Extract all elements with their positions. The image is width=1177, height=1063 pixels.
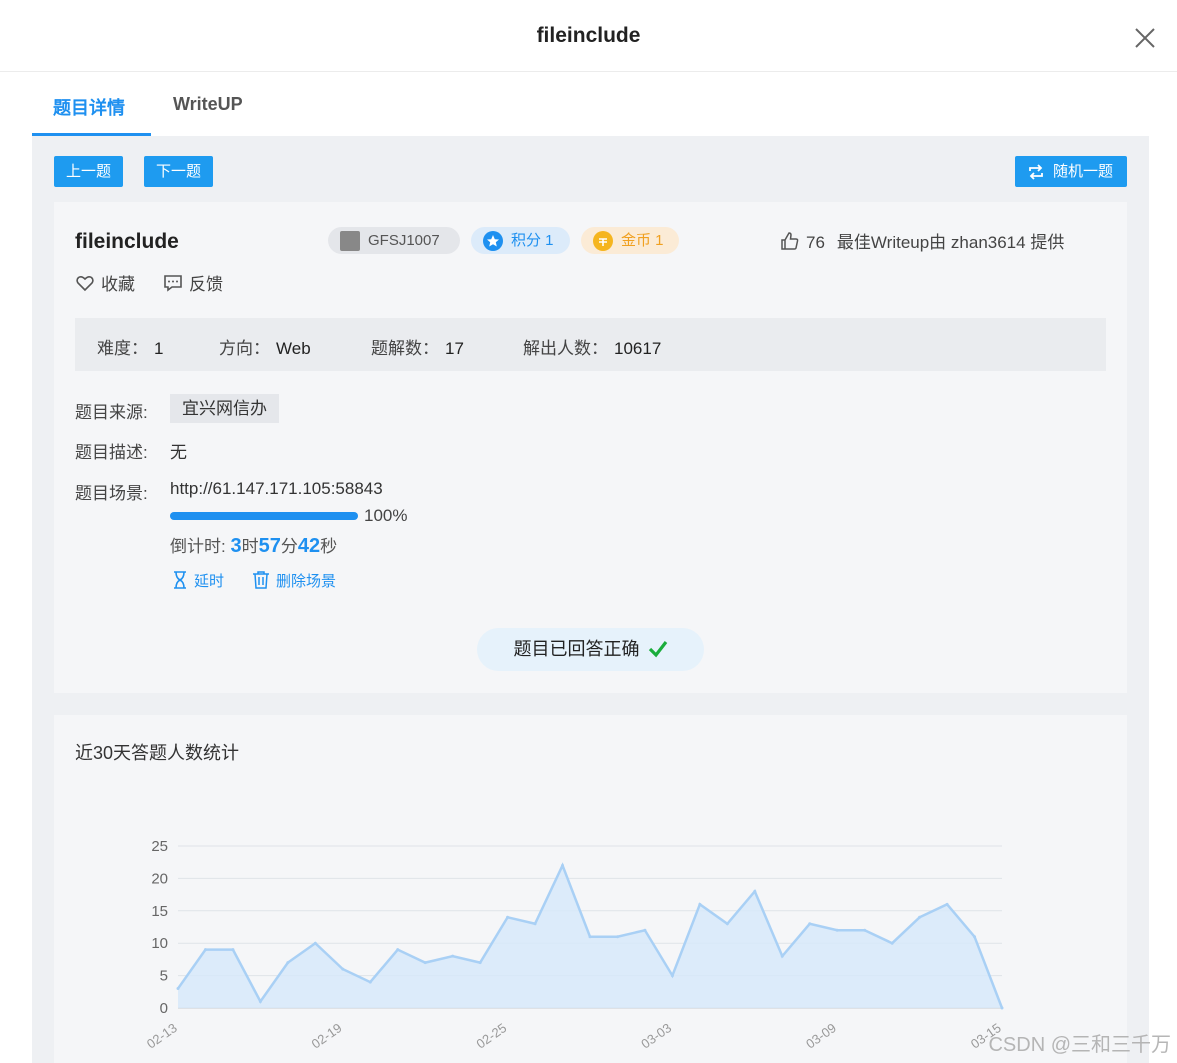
- close-icon[interactable]: [1133, 26, 1157, 50]
- description-label: 题目描述:: [75, 443, 148, 462]
- challenge-name: fileinclude: [75, 230, 179, 253]
- progress-percent: 100%: [364, 506, 408, 525]
- y-tick-label: 10: [151, 935, 168, 952]
- scene-progress-bar: [170, 512, 358, 520]
- y-tick-label: 0: [160, 1000, 168, 1017]
- prev-button[interactable]: 上一题: [54, 156, 123, 187]
- likes-info: 76 最佳Writeup由 zhan3614 提供: [780, 228, 1064, 253]
- data-point: [753, 889, 757, 893]
- thumbs-up-icon[interactable]: [780, 231, 800, 251]
- check-icon: [648, 641, 667, 658]
- data-point: [945, 902, 949, 906]
- data-point: [341, 967, 345, 971]
- y-tick-label: 20: [151, 870, 168, 887]
- data-point: [313, 941, 317, 945]
- countdown: 倒计时: 3时57分42秒: [170, 535, 338, 557]
- data-point: [533, 922, 537, 926]
- x-tick-label: 02-13: [144, 1020, 180, 1051]
- random-button[interactable]: 随机一题: [1015, 156, 1127, 187]
- data-point: [918, 915, 922, 919]
- data-point: [725, 922, 729, 926]
- data-point: [423, 961, 427, 965]
- data-point: [973, 935, 977, 939]
- feedback-button[interactable]: 反馈: [163, 270, 223, 295]
- source-label: 题目来源:: [75, 403, 148, 422]
- y-tick-label: 5: [160, 968, 168, 985]
- trash-icon: [253, 571, 269, 589]
- coin-icon: [593, 231, 613, 251]
- coins-badge: 金币 1: [581, 227, 679, 254]
- heart-icon: [76, 275, 94, 292]
- watermark: CSDN @三和三千万: [988, 1034, 1171, 1056]
- shuffle-icon: [1029, 164, 1043, 180]
- solutions-stat: 题解数： 17: [371, 339, 464, 358]
- best-writeup-text: 最佳Writeup由 zhan3614 提供: [836, 233, 1065, 252]
- star-icon: [483, 231, 503, 251]
- data-point: [863, 928, 867, 932]
- solvers-stat: 解出人数： 10617: [523, 339, 662, 358]
- source-tag: 宜兴网信办: [170, 394, 279, 423]
- data-point: [780, 954, 784, 958]
- x-tick-label: 03-09: [803, 1020, 839, 1051]
- stats-bar: 难度： 1 方向： Web 题解数： 17 解出人数： 10617: [75, 318, 1106, 371]
- data-point: [368, 980, 372, 984]
- data-point: [478, 961, 482, 965]
- challenge-card: fileinclude GFSJ1007 积分 1 金币 1 76 最佳Write…: [54, 202, 1127, 693]
- data-point: [615, 935, 619, 939]
- tab-writeup[interactable]: WriteUP: [173, 94, 243, 115]
- tab-details[interactable]: 题目详情: [53, 94, 125, 120]
- x-tick-label: 03-03: [638, 1020, 674, 1051]
- user-avatar-icon: [340, 231, 360, 251]
- delete-scene-button[interactable]: 删除场景: [252, 570, 336, 591]
- random-button-label: 随机一题: [1053, 163, 1114, 180]
- data-point: [258, 1000, 262, 1004]
- tab-bar: 题目详情 WriteUP: [32, 72, 1149, 136]
- direction-stat: 方向： Web: [219, 339, 311, 358]
- data-point: [176, 987, 180, 991]
- data-point: [1000, 1006, 1004, 1010]
- data-point: [231, 948, 235, 952]
- solvers-chart: 051015202502-13 02-19 02-25 03-03 03-09 03-15: [144, 838, 1004, 1052]
- description-value: 无: [170, 443, 187, 462]
- scene-label: 题目场景:: [75, 484, 148, 503]
- data-point: [890, 941, 894, 945]
- data-point: [396, 948, 400, 952]
- data-point: [808, 922, 812, 926]
- chart-card: 近30天答题人数统计 0 5 10 15 20 25 02-13 02-19 02-25 03-0…: [54, 715, 1127, 1063]
- next-button[interactable]: 下一题: [144, 156, 213, 187]
- modal-header: fileinclude: [0, 0, 1177, 72]
- data-point: [451, 954, 455, 958]
- y-tick-label: 25: [151, 838, 168, 855]
- data-point: [643, 928, 647, 932]
- likes-count: 76: [806, 233, 825, 252]
- comment-icon: [164, 275, 182, 292]
- data-point: [698, 902, 702, 906]
- data-point: [588, 935, 592, 939]
- favorite-button[interactable]: 收藏: [75, 270, 135, 295]
- solved-status: 题目已回答正确: [477, 628, 704, 671]
- challenge-id-badge: GFSJ1007: [328, 227, 460, 254]
- y-tick-label: 15: [151, 903, 168, 920]
- x-tick-label: 02-25: [473, 1020, 509, 1051]
- data-point: [203, 948, 207, 952]
- data-point: [286, 961, 290, 965]
- points-badge: 积分 1: [471, 227, 570, 254]
- data-point: [670, 974, 674, 978]
- extend-button[interactable]: 延时: [172, 570, 224, 591]
- difficulty-stat: 难度： 1: [97, 339, 164, 358]
- hourglass-icon: [174, 571, 186, 589]
- scene-progress-fill: [170, 512, 358, 520]
- data-point: [561, 863, 565, 867]
- content-panel: 上一题 下一题 随机一题 fileinclude GFSJ1007 积分 1 金…: [32, 136, 1149, 1063]
- x-tick-label: 02-19: [309, 1020, 345, 1051]
- modal-title: fileinclude: [536, 24, 641, 47]
- data-point: [835, 928, 839, 932]
- data-point: [506, 915, 510, 919]
- scene-url[interactable]: http://61.147.171.105:58843: [170, 479, 383, 499]
